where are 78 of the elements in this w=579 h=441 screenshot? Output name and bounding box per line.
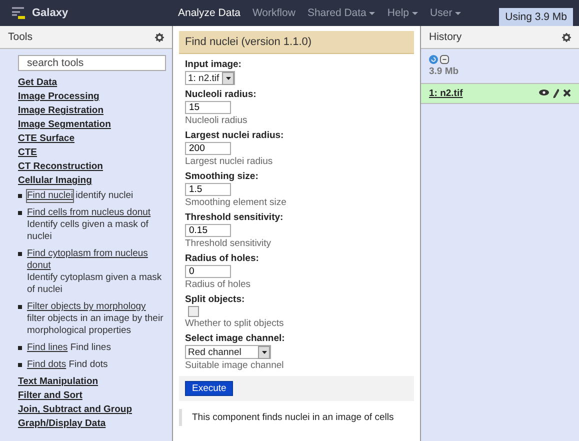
- dataset-link[interactable]: 1: n2.tif: [429, 88, 463, 99]
- field-label: Nucleoli radius:: [185, 89, 256, 100]
- bullet-icon: [18, 252, 22, 256]
- tool-entry: Find lines Find lines: [27, 342, 111, 354]
- tool-section-link[interactable]: Join, Subtract and Group: [18, 404, 166, 415]
- settings-icon[interactable]: [562, 32, 571, 42]
- tool-section-link[interactable]: Filter and Sort: [18, 390, 166, 401]
- form-title: Find nuclei (version 1.1.0): [179, 31, 414, 54]
- tool-section-link[interactable]: Image Registration: [18, 105, 166, 116]
- bullet-icon: [18, 346, 22, 350]
- nav-tab[interactable]: Workflow: [246, 7, 302, 19]
- tool-section-link[interactable]: Graph/Display Data: [18, 418, 166, 429]
- bullet-icon: [18, 211, 22, 215]
- collapse-icon[interactable]: [440, 55, 449, 64]
- nav-tab[interactable]: Analyze Data: [172, 7, 246, 19]
- brand-name: Galaxy: [32, 7, 68, 19]
- nav-tab[interactable]: Shared Data: [301, 7, 382, 19]
- checkbox[interactable]: [188, 306, 199, 317]
- help-text: Radius of holes: [185, 279, 250, 290]
- tool-link[interactable]: Find cells from nucleus donut: [27, 207, 151, 219]
- field-label: Largest nuclei radius:: [185, 130, 284, 141]
- tool-section-link[interactable]: CTE Surface: [18, 133, 166, 144]
- help-text: Nucleoli radius: [185, 115, 248, 126]
- tool-section-link[interactable]: Get Data: [18, 77, 166, 88]
- text-field[interactable]: 0: [185, 265, 231, 278]
- caret-icon: [262, 350, 266, 354]
- text-field[interactable]: 1.5: [185, 183, 231, 196]
- pencil-icon[interactable]: [553, 89, 559, 98]
- tool-link[interactable]: Filter objects by morphology: [27, 301, 146, 313]
- refresh-icon[interactable]: [429, 55, 438, 64]
- nav-tab[interactable]: Help: [381, 7, 424, 19]
- bullet-icon: [18, 305, 22, 309]
- tool-section-link[interactable]: CT Reconstruction: [18, 161, 166, 172]
- text-field[interactable]: 200: [185, 142, 231, 155]
- bullet-icon: [18, 363, 22, 367]
- field-label: Select image channel:: [185, 333, 285, 344]
- tool-entry: Find cells from nucleus donut Identify cells given a mask of nuclei: [27, 207, 152, 243]
- tool-section-link[interactable]: Image Processing: [18, 91, 166, 102]
- field-label: Radius of holes:: [185, 253, 259, 264]
- tool-entry: Find dots Find dots: [27, 359, 108, 371]
- eye-icon[interactable]: [539, 89, 549, 96]
- tool-link[interactable]: Find dots: [27, 359, 66, 371]
- help-text: Largest nuclei radius: [185, 156, 273, 167]
- tool-section-link[interactable]: Image Segmentation: [18, 119, 166, 130]
- bullet-icon: [18, 194, 22, 198]
- panel-title: Tools: [8, 31, 33, 43]
- settings-icon[interactable]: [155, 32, 164, 42]
- logo-icon[interactable]: [12, 7, 26, 19]
- tool-section-link[interactable]: CTE: [18, 147, 166, 158]
- tool-entry: Filter objects by morphology filter objects in an image by their morphological properties: [27, 301, 164, 337]
- tool-description: This component finds nuclei in an image of cells: [179, 409, 414, 426]
- help-text: Smoothing element size: [185, 197, 286, 208]
- tool-link[interactable]: Find cytoplasm from nucleus donut: [27, 248, 166, 272]
- select-dropdown[interactable]: 1: n2.tif: [185, 71, 236, 85]
- history-size: 3.9 Mb: [429, 66, 460, 77]
- caret-icon: [226, 76, 231, 80]
- panel-title: History: [429, 31, 462, 43]
- field-label: Threshold sensitivity:: [185, 212, 284, 223]
- field-label: Smoothing size:: [185, 171, 258, 182]
- tool-link[interactable]: Find lines: [27, 342, 68, 354]
- nav-tab[interactable]: User: [424, 7, 468, 19]
- tool-link[interactable]: Find nuclei: [27, 190, 73, 202]
- tool-section-link[interactable]: Cellular Imaging: [18, 175, 166, 186]
- delete-icon[interactable]: [563, 89, 571, 97]
- tool-entry: Find cytoplasm from nucleus donut Identify cytoplasm given a mask of nuclei: [27, 248, 166, 296]
- field-label: Input image:: [185, 59, 242, 70]
- field-label: Split objects:: [185, 294, 245, 305]
- tool-entry: Find nuclei identify nuclei: [27, 190, 134, 202]
- text-field[interactable]: 15: [185, 101, 231, 114]
- tool-section-link[interactable]: Text Manipulation: [18, 376, 166, 387]
- help-text: Whether to split objects: [185, 318, 284, 329]
- usage-meter: Using 3.9 Mb: [499, 8, 573, 26]
- text-field[interactable]: 0.15: [185, 224, 231, 237]
- help-text: Suitable image channel: [185, 360, 284, 371]
- help-text: Threshold sensitivity: [185, 238, 272, 249]
- execute-button[interactable]: Execute: [185, 381, 234, 396]
- select-dropdown[interactable]: Red channel: [185, 345, 271, 359]
- search-field[interactable]: search tools: [18, 55, 166, 71]
